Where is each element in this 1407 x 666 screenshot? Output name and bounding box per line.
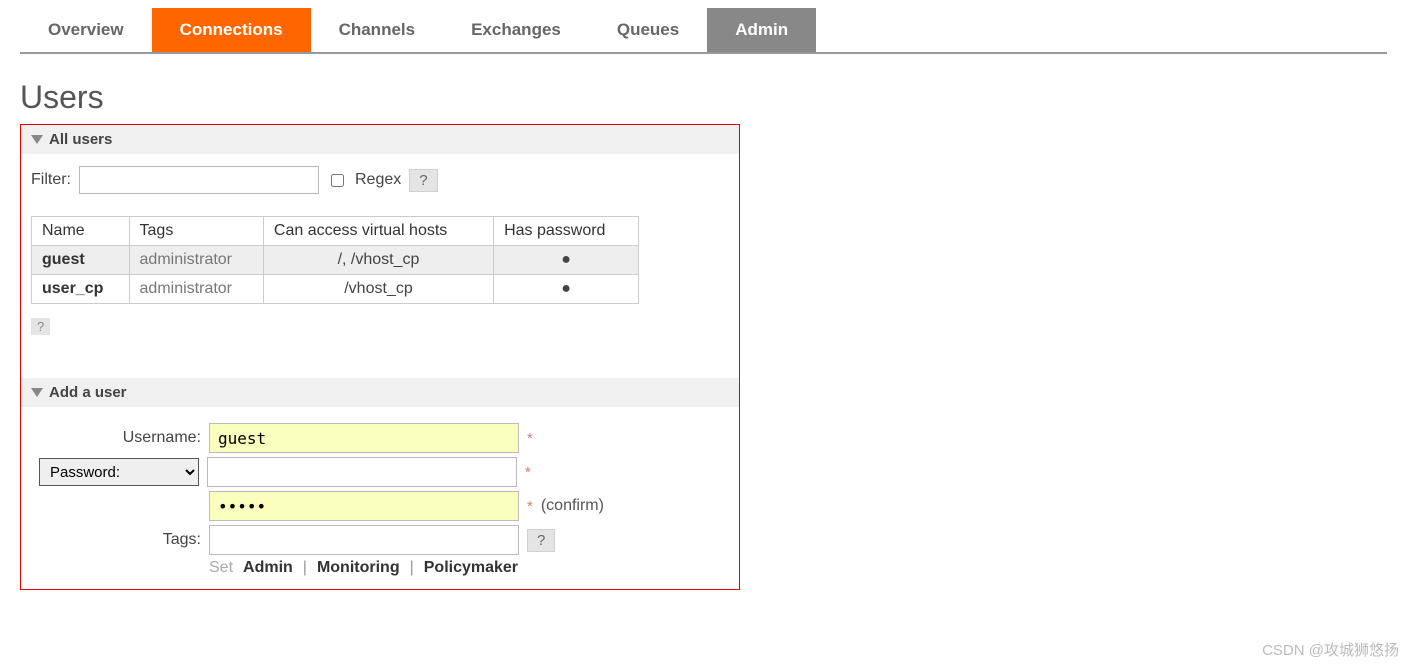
col-password[interactable]: Has password — [494, 217, 639, 246]
table-row[interactable]: user_cp administrator /vhost_cp ● — [32, 275, 639, 304]
tags-help-button[interactable]: ? — [527, 529, 555, 552]
tag-link-admin[interactable]: Admin — [243, 559, 293, 577]
triangle-down-icon — [31, 388, 43, 397]
table-help-button[interactable]: ? — [31, 318, 50, 335]
section-add-user-header[interactable]: Add a user — [21, 378, 739, 407]
username-label: Username: — [31, 429, 201, 447]
tab-overview[interactable]: Overview — [20, 8, 152, 52]
tags-input[interactable] — [209, 525, 519, 555]
section-add-user-title: Add a user — [49, 384, 127, 401]
separator: | — [303, 559, 307, 577]
main-tabs: Overview Connections Channels Exchanges … — [20, 8, 1387, 54]
set-label: Set — [209, 559, 233, 577]
section-all-users-header[interactable]: All users — [21, 125, 739, 154]
separator: | — [410, 559, 414, 577]
cell-tags: administrator — [129, 275, 263, 304]
col-tags[interactable]: Tags — [129, 217, 263, 246]
cell-name: user_cp — [32, 275, 130, 304]
required-marker: * — [527, 498, 533, 515]
password-type-select[interactable]: Password: — [39, 458, 199, 486]
section-all-users-title: All users — [49, 131, 112, 148]
regex-checkbox[interactable] — [331, 174, 344, 187]
watermark: CSDN @攻城狮悠扬 — [1262, 639, 1399, 660]
filter-label: Filter: — [31, 171, 71, 189]
cell-tags: administrator — [129, 246, 263, 275]
tag-link-monitoring[interactable]: Monitoring — [317, 559, 400, 577]
tab-channels[interactable]: Channels — [311, 8, 444, 52]
username-input[interactable] — [209, 423, 519, 453]
col-vhosts[interactable]: Can access virtual hosts — [263, 217, 493, 246]
filter-input[interactable] — [79, 166, 319, 194]
tab-exchanges[interactable]: Exchanges — [443, 8, 589, 52]
triangle-down-icon — [31, 135, 43, 144]
highlighted-region: All users Filter: Regex ? Name Tags Can … — [20, 124, 740, 590]
cell-vhosts: /vhost_cp — [263, 275, 493, 304]
tab-queues[interactable]: Queues — [589, 8, 707, 52]
confirm-label: (confirm) — [541, 497, 604, 515]
cell-password: ● — [494, 246, 639, 275]
regex-label: Regex — [355, 171, 401, 189]
required-marker: * — [525, 464, 531, 481]
password-input[interactable] — [207, 457, 517, 487]
required-marker: * — [527, 430, 533, 447]
tab-admin[interactable]: Admin — [707, 8, 816, 52]
cell-password: ● — [494, 275, 639, 304]
page-title: Users — [20, 79, 1387, 116]
col-name[interactable]: Name — [32, 217, 130, 246]
password-confirm-input[interactable] — [209, 491, 519, 521]
cell-vhosts: /, /vhost_cp — [263, 246, 493, 275]
tag-link-policymaker[interactable]: Policymaker — [424, 559, 518, 577]
filter-help-button[interactable]: ? — [409, 169, 437, 192]
tags-label: Tags: — [31, 531, 201, 549]
cell-name: guest — [32, 246, 130, 275]
users-table: Name Tags Can access virtual hosts Has p… — [31, 216, 639, 304]
table-row[interactable]: guest administrator /, /vhost_cp ● — [32, 246, 639, 275]
tab-connections[interactable]: Connections — [152, 8, 311, 52]
